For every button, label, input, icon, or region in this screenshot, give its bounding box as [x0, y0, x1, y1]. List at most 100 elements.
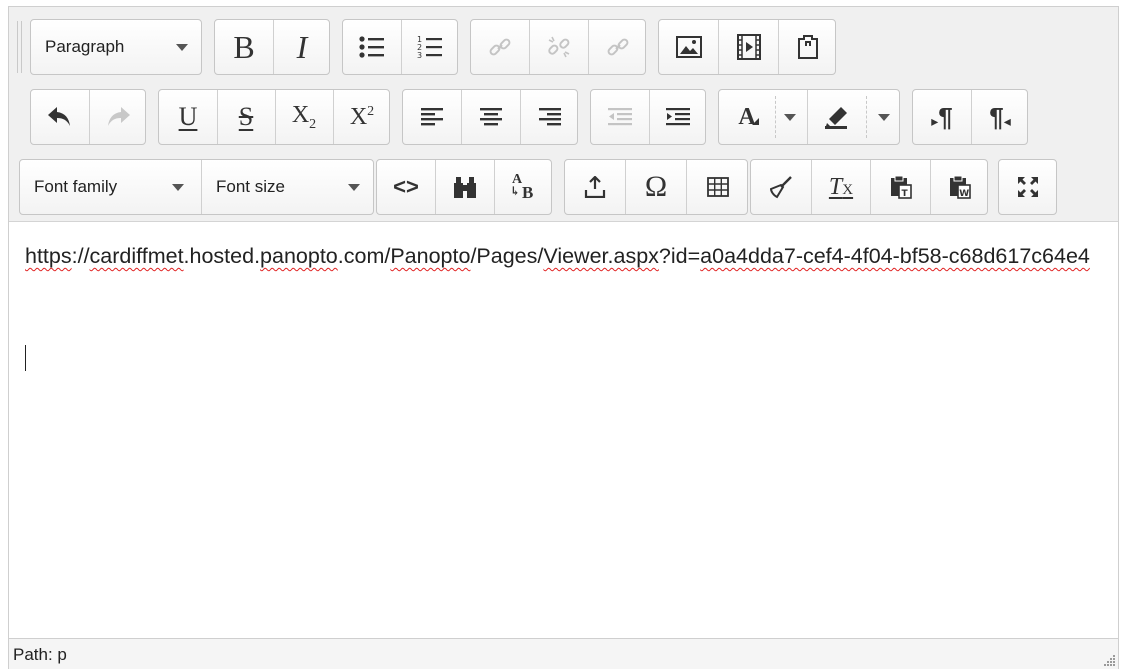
find-replace-button[interactable]	[436, 160, 494, 214]
editor-toolbar: Paragraph B I 1 2 3 U S X2 X2 A ▸¶ ¶◂ Fo…	[9, 7, 1118, 222]
bullet-list-icon	[359, 36, 384, 58]
font-color-dropdown[interactable]	[775, 90, 805, 144]
align-center-icon	[480, 108, 502, 126]
bold-italic-group: B I	[214, 19, 330, 75]
insert-table-button[interactable]	[687, 160, 749, 214]
insert-link-button[interactable]	[471, 20, 529, 74]
superscript-icon: X2	[349, 103, 375, 130]
bold-button[interactable]: B	[215, 20, 273, 74]
upload-icon	[584, 176, 606, 198]
italic-icon: I	[296, 28, 308, 65]
table-icon	[707, 177, 729, 197]
ltr-button[interactable]: ▸¶	[913, 90, 971, 144]
font-family-dropdown[interactable]: Font family	[20, 160, 201, 214]
cleanup-button[interactable]	[751, 160, 811, 214]
background-color-dropdown[interactable]	[867, 90, 901, 144]
highlighter-icon	[825, 107, 847, 129]
editor-content-area[interactable]: https://cardiffmet.hosted.panopto.com/Pa…	[9, 223, 1118, 638]
upload-button[interactable]	[565, 160, 625, 214]
image-icon	[675, 36, 702, 58]
chevron-down-icon	[878, 113, 890, 121]
insert-image-button[interactable]	[659, 20, 718, 74]
content-paragraph: https://cardiffmet.hosted.panopto.com/Pa…	[25, 244, 1090, 268]
outdent-icon	[608, 108, 632, 126]
element-path[interactable]: Path: p	[13, 645, 67, 664]
toolbar-grip[interactable]	[17, 21, 22, 73]
insert-group: Ω	[564, 159, 748, 215]
background-color-button[interactable]	[808, 90, 866, 144]
font-size-value: Font size	[216, 177, 285, 196]
manage-files-button[interactable]	[779, 20, 837, 74]
indent-button[interactable]	[649, 90, 707, 144]
indent-icon	[666, 108, 690, 126]
unlink-button[interactable]	[530, 20, 588, 74]
fullscreen-button[interactable]	[998, 159, 1057, 215]
undo-redo-group	[30, 89, 146, 145]
align-right-icon	[539, 108, 561, 126]
ltr-direction-icon: ▸¶	[931, 101, 953, 132]
special-character-button[interactable]: Ω	[626, 160, 686, 214]
strikethrough-button[interactable]: S	[217, 90, 275, 144]
align-right-button[interactable]	[521, 90, 579, 144]
block-format-dropdown[interactable]: Paragraph	[30, 19, 202, 75]
strikethrough-icon: S	[238, 102, 254, 131]
media-icon	[736, 34, 761, 60]
svg-text:3: 3	[417, 51, 422, 60]
underline-icon: U	[178, 102, 198, 131]
numbered-list-button[interactable]: 1 2 3	[401, 20, 459, 74]
resize-handle-icon[interactable]	[1102, 653, 1116, 667]
italic-button[interactable]: I	[273, 20, 331, 74]
numbered-list-icon: 1 2 3	[417, 35, 442, 60]
subscript-icon: X2	[291, 101, 317, 132]
block-format-value: Paragraph	[45, 37, 125, 56]
clear-formatting-button[interactable]: TX	[812, 160, 870, 214]
indent-group	[590, 89, 706, 145]
change-case-button[interactable]: A ↳ B	[495, 160, 553, 214]
fullscreen-icon	[1017, 177, 1038, 197]
subscript-button[interactable]: X2	[275, 90, 333, 144]
omega-icon: Ω	[644, 170, 668, 203]
manage-files-icon	[798, 35, 818, 59]
redo-button[interactable]	[89, 90, 147, 144]
alignment-group	[402, 89, 578, 145]
svg-text:T: T	[901, 189, 908, 199]
media-group	[658, 19, 836, 75]
undo-icon	[48, 107, 70, 126]
paste-word-icon: W	[950, 175, 971, 199]
code-icon: <>	[393, 174, 419, 199]
code-search-group: <> A ↳ B	[376, 159, 552, 215]
chevron-down-icon	[172, 184, 184, 191]
change-case-icon: A ↳ B	[510, 172, 534, 202]
source-code-button[interactable]: <>	[377, 160, 435, 214]
font-family-value: Font family	[34, 177, 118, 196]
align-center-button[interactable]	[462, 90, 520, 144]
list-group: 1 2 3	[342, 19, 458, 75]
chevron-down-icon	[784, 113, 796, 121]
bold-icon: B	[233, 28, 255, 65]
svg-text:W: W	[959, 189, 969, 199]
color-group: A	[718, 89, 900, 145]
undo-button[interactable]	[31, 90, 89, 144]
outdent-button[interactable]	[591, 90, 649, 144]
unlink-icon	[548, 36, 570, 58]
rich-text-editor: Paragraph B I 1 2 3 U S X2 X2 A ▸¶ ¶◂ Fo…	[8, 6, 1119, 669]
chevron-down-icon	[176, 44, 188, 51]
rtl-direction-icon: ¶◂	[989, 101, 1011, 132]
bullet-list-button[interactable]	[343, 20, 401, 74]
paste-text-icon: T	[890, 175, 912, 199]
anchor-button[interactable]	[589, 20, 647, 74]
text-cursor	[25, 345, 26, 371]
paste-word-button[interactable]: W	[931, 160, 989, 214]
align-left-icon	[421, 108, 443, 126]
font-size-dropdown[interactable]: Font size	[202, 160, 375, 214]
status-bar: Path: p	[9, 638, 1118, 669]
font-color-button[interactable]: A	[719, 90, 775, 144]
superscript-button[interactable]: X2	[333, 90, 391, 144]
insert-media-button[interactable]	[719, 20, 778, 74]
underline-button[interactable]: U	[159, 90, 217, 144]
paste-text-button[interactable]: T	[871, 160, 930, 214]
rtl-button[interactable]: ¶◂	[971, 90, 1029, 144]
link-group	[470, 19, 646, 75]
text-style-group: U S X2 X2	[158, 89, 390, 145]
align-left-button[interactable]	[403, 90, 461, 144]
